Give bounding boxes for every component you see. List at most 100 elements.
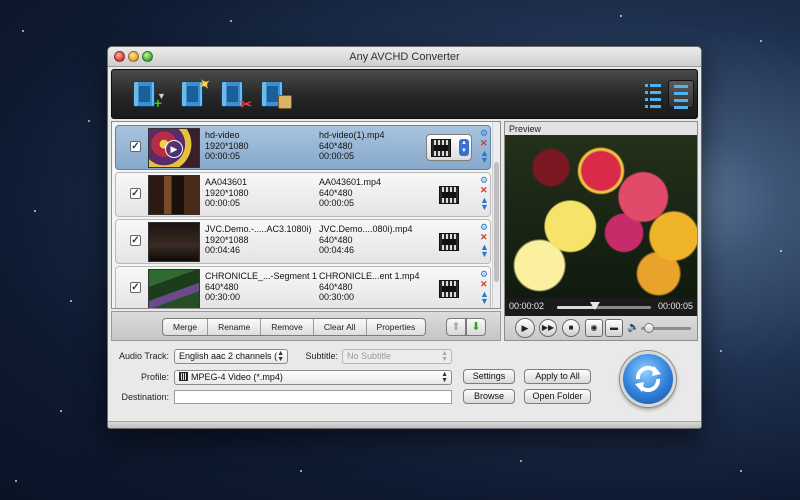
delete-icon[interactable]: ✕ xyxy=(480,186,488,195)
format-film-icon[interactable] xyxy=(439,233,459,251)
preview-panel: Preview 00:00:02 00:00:05 ▶ ▶▶ ■ ◉ ▬ 🔈 xyxy=(504,121,698,341)
detail-view-icon-line xyxy=(674,99,688,102)
volume-handle[interactable] xyxy=(643,323,654,333)
output-info: hd-video(1).mp4 640*480 00:00:05 xyxy=(319,130,385,162)
source-resolution: 640*480 xyxy=(205,281,239,292)
open-folder-button[interactable]: Open Folder xyxy=(524,389,591,404)
snapshot-button[interactable]: ◉ xyxy=(585,319,603,337)
source-duration: 00:00:05 xyxy=(205,198,241,208)
seek-handle[interactable] xyxy=(589,302,600,310)
delete-icon[interactable]: ✕ xyxy=(480,233,488,242)
clear-all-button[interactable]: Clear All xyxy=(314,319,367,335)
play-overlay-icon[interactable]: ▶ xyxy=(165,140,183,158)
scissors-icon: ✂ xyxy=(240,96,252,112)
list-action-bar: Merge Rename Remove Clear All Properties… xyxy=(111,311,501,341)
select-arrows-icon: ▲ ▼ xyxy=(459,139,469,156)
file-checkbox[interactable]: ✓ xyxy=(130,282,141,293)
add-file-button[interactable]: + ▼ xyxy=(130,77,166,111)
output-resolution: 640*480 xyxy=(319,140,353,151)
audio-track-select[interactable]: English aac 2 channels ( ▲ ▼ xyxy=(174,349,288,364)
profile-select[interactable]: MPEG-4 Video (*.mp4) ▲ ▼ xyxy=(174,370,452,385)
play-button[interactable]: ▶ xyxy=(515,318,535,338)
video-format-icon xyxy=(179,372,188,381)
subtitle-select[interactable]: No Subtitle ▲ ▼ xyxy=(342,349,452,364)
output-name: CHRONICLE...ent 1.mp4 xyxy=(319,271,420,281)
video-thumbnail[interactable] xyxy=(148,175,200,215)
edit-button[interactable]: ✦ xyxy=(178,74,215,111)
detail-view-icon xyxy=(674,85,688,88)
clip-button[interactable]: ✂ xyxy=(218,77,252,111)
folder-icon: ▬ xyxy=(610,323,618,332)
delete-icon[interactable]: ✕ xyxy=(480,280,488,289)
convert-button[interactable] xyxy=(620,351,676,407)
merge-button[interactable]: Merge xyxy=(163,319,209,335)
file-row[interactable]: ✓ JVC.Demo.-.....AC3.1080i) 1920*1088 00… xyxy=(115,219,491,264)
volume-slider[interactable] xyxy=(641,323,691,333)
move-up-button[interactable]: ⬆ xyxy=(446,318,466,336)
settings-button[interactable]: Settings xyxy=(463,369,515,384)
output-info: CHRONICLE...ent 1.mp4 640*480 00:30:00 xyxy=(319,271,420,303)
open-snapshot-folder-button[interactable]: ▬ xyxy=(605,319,623,337)
stop-button[interactable]: ■ xyxy=(562,319,580,337)
scroll-thumb[interactable] xyxy=(494,162,499,282)
profile-value: MPEG-4 Video (*.mp4) xyxy=(191,372,283,382)
source-duration: 00:30:00 xyxy=(205,292,241,302)
stop-icon: ■ xyxy=(568,323,574,332)
apply-to-all-button[interactable]: Apply to All xyxy=(524,369,591,384)
chevron-down-icon[interactable]: ▼ xyxy=(157,91,166,101)
move-down-icon[interactable]: ▼ xyxy=(480,297,489,306)
arrow-down-icon: ⬇ xyxy=(471,321,481,333)
volume-icon: 🔈 xyxy=(627,322,640,333)
list-view-icon-line xyxy=(645,105,661,108)
output-format-select[interactable]: ▲ ▼ xyxy=(426,134,472,161)
video-thumbnail[interactable] xyxy=(148,269,200,308)
source-name: JVC.Demo.-.....AC3.1080i) xyxy=(205,224,312,234)
source-info: hd-video 1920*1080 00:00:05 xyxy=(205,130,249,162)
file-checkbox[interactable]: ✓ xyxy=(130,141,141,152)
subtitle-label: Subtitle: xyxy=(305,351,338,361)
list-view-icon-line xyxy=(645,98,661,101)
source-name: hd-video xyxy=(205,130,240,140)
rename-button[interactable]: Rename xyxy=(208,319,262,335)
video-thumbnail[interactable]: ▶ xyxy=(148,128,200,168)
move-down-button[interactable]: ⬇ xyxy=(466,318,486,336)
format-film-icon[interactable] xyxy=(439,280,459,298)
browse-button[interactable]: Browse xyxy=(463,389,515,404)
gear-icon[interactable]: ⚙ xyxy=(480,270,488,279)
fast-forward-button[interactable]: ▶▶ xyxy=(539,319,557,337)
file-row[interactable]: ✓ ▶ hd-video 1920*1080 00:00:05 hd-video… xyxy=(115,125,491,170)
select-arrows-icon: ▲ ▼ xyxy=(441,371,448,384)
gear-icon[interactable]: ⚙ xyxy=(480,223,488,232)
list-actions-group: Merge Rename Remove Clear All Properties xyxy=(162,318,427,336)
subtitle-value: No Subtitle xyxy=(347,351,392,361)
source-resolution: 1920*1080 xyxy=(205,140,249,151)
destination-input[interactable] xyxy=(174,390,452,404)
gear-icon[interactable]: ⚙ xyxy=(480,176,488,185)
gear-icon[interactable]: ⚙ xyxy=(480,129,488,138)
file-list-scrollbar[interactable] xyxy=(492,122,500,308)
preview-label: Preview xyxy=(509,124,542,134)
output-resolution: 640*480 xyxy=(319,187,353,198)
select-arrows-icon: ▲ ▼ xyxy=(441,350,448,363)
detail-view-button[interactable] xyxy=(668,80,694,109)
video-thumbnail[interactable] xyxy=(148,222,200,262)
merge-toolbar-button[interactable] xyxy=(258,77,292,111)
file-row[interactable]: ✓ AA043601 1920*1080 00:00:05 AA043601.m… xyxy=(115,172,491,217)
move-down-icon[interactable]: ▼ xyxy=(480,250,489,259)
preview-video xyxy=(505,135,697,298)
format-film-icon[interactable] xyxy=(439,186,459,204)
file-row[interactable]: ✓ CHRONICLE_...-Segment 1 640*480 00:30:… xyxy=(115,266,491,308)
delete-icon[interactable]: ✕ xyxy=(480,139,488,148)
file-checkbox[interactable]: ✓ xyxy=(130,235,141,246)
seek-slider[interactable] xyxy=(557,302,651,310)
source-resolution: 1920*1088 xyxy=(205,234,249,245)
app-window: Any AVCHD Converter + ▼ ✦ ✂ ✓ ▶ hd-video… xyxy=(107,46,702,429)
list-view-button[interactable] xyxy=(640,80,666,108)
remove-button[interactable]: Remove xyxy=(261,319,314,335)
move-down-icon[interactable]: ▼ xyxy=(480,203,489,212)
file-list: ✓ ▶ hd-video 1920*1080 00:00:05 hd-video… xyxy=(111,121,501,309)
properties-button[interactable]: Properties xyxy=(367,319,426,335)
file-checkbox[interactable]: ✓ xyxy=(130,188,141,199)
source-info: CHRONICLE_...-Segment 1 640*480 00:30:00 xyxy=(205,271,317,303)
move-down-icon[interactable]: ▼ xyxy=(480,156,489,165)
